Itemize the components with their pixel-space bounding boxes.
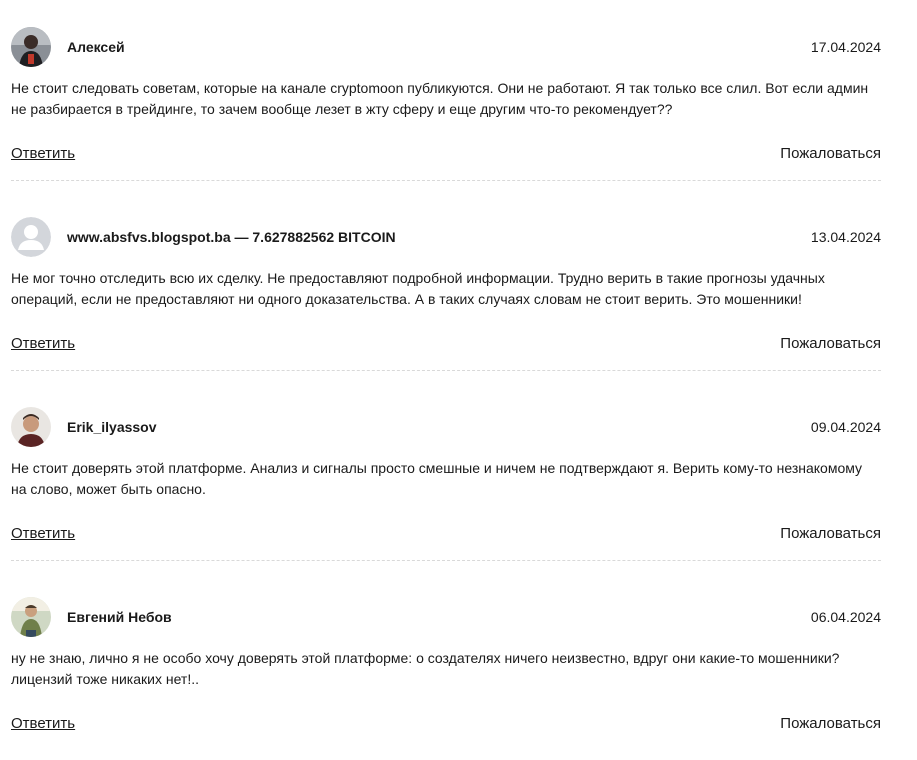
avatar: [11, 597, 51, 637]
report-link[interactable]: Пожаловаться: [780, 335, 881, 352]
avatar: [11, 407, 51, 447]
comment-actions: Ответить Пожаловаться: [11, 525, 881, 547]
comment-text: Не мог точно отследить всю их сделку. Не…: [11, 270, 825, 307]
comment-header: Алексей 17.04.2024: [11, 27, 881, 67]
comment-actions: Ответить Пожаловаться: [11, 715, 881, 737]
comment-author: Евгений Небов: [67, 609, 172, 625]
comment-date: 06.04.2024: [810, 609, 881, 625]
comment-header: Евгений Небов 06.04.2024: [11, 597, 881, 637]
divider: [11, 560, 881, 561]
comment-author: Алексей: [67, 39, 125, 55]
comment-actions: Ответить Пожаловаться: [11, 335, 881, 357]
comment-item: Erik_ilyassov 09.04.2024 Не стоит доверя…: [11, 380, 881, 570]
comment-item: Алексей 17.04.2024 Не стоит следовать со…: [11, 0, 881, 190]
comment-author: www.absfvs.blogspot.ba — 7.627882562 BIT…: [67, 229, 396, 245]
report-link[interactable]: Пожаловаться: [780, 715, 881, 732]
divider: [11, 180, 881, 181]
comment-header: Erik_ilyassov 09.04.2024: [11, 407, 881, 447]
default-avatar-icon: [11, 217, 51, 257]
reply-link[interactable]: Ответить: [11, 145, 75, 162]
reply-link[interactable]: Ответить: [11, 335, 75, 352]
comment-author: Erik_ilyassov: [67, 419, 157, 435]
comment-date: 17.04.2024: [810, 39, 881, 55]
comment-date: 13.04.2024: [810, 229, 881, 245]
avatar: [11, 27, 51, 67]
comment-date: 09.04.2024: [810, 419, 881, 435]
divider: [11, 370, 881, 371]
comment-text: ну не знаю, лично я не особо хочу доверя…: [11, 650, 840, 687]
report-link[interactable]: Пожаловаться: [780, 145, 881, 162]
comment-text: Не стоит доверять этой платформе. Анализ…: [11, 460, 863, 497]
comment-item: www.absfvs.blogspot.ba — 7.627882562 BIT…: [11, 190, 881, 380]
report-link[interactable]: Пожаловаться: [780, 525, 881, 542]
comment-text: Не стоит следовать советам, которые на к…: [11, 80, 869, 117]
reply-link[interactable]: Ответить: [11, 715, 75, 732]
comment-header: www.absfvs.blogspot.ba — 7.627882562 BIT…: [11, 217, 881, 257]
comment-actions: Ответить Пожаловаться: [11, 145, 881, 167]
comment-item: Евгений Небов 06.04.2024 ну не знаю, лич…: [11, 570, 881, 760]
reply-link[interactable]: Ответить: [11, 525, 75, 542]
